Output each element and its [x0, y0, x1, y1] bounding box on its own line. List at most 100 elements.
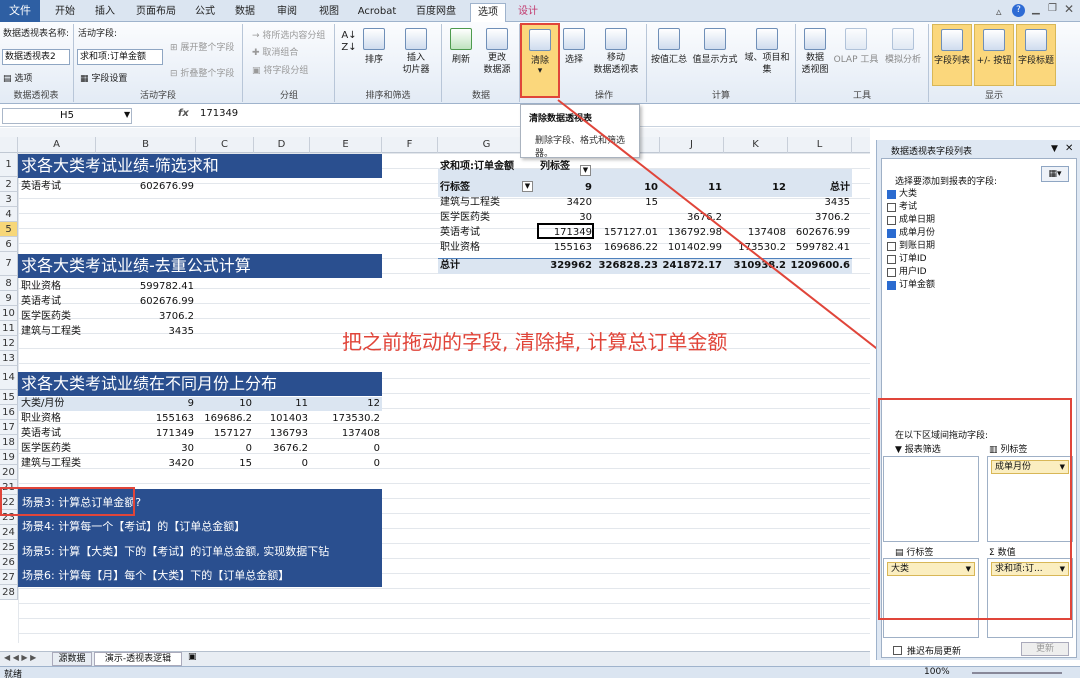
table-cell[interactable]: 0	[254, 457, 308, 471]
row-header[interactable]: 25	[0, 540, 18, 555]
expand-field-button[interactable]: ⊞ 展开整个字段	[170, 40, 234, 53]
row-header[interactable]: 11	[0, 321, 18, 336]
table-cell[interactable]: 0	[310, 442, 380, 456]
group-selection-button[interactable]: → 将所选内容分组	[252, 28, 325, 41]
new-sheet-icon[interactable]: ▣	[188, 652, 197, 662]
formula-input[interactable]: 171349	[200, 108, 238, 119]
field-checkbox[interactable]	[887, 229, 896, 238]
field-checkbox[interactable]	[887, 268, 896, 277]
change-source-button[interactable]: 更改 数据源	[478, 28, 516, 76]
cell[interactable]: 599782.41	[96, 280, 194, 294]
pivot-col-head[interactable]: 9	[536, 181, 592, 195]
ungroup-button[interactable]: ✚ 取消组合	[252, 45, 298, 58]
chevron-down-icon[interactable]: ▼	[124, 110, 130, 119]
pivot-cell[interactable]: 3676.2	[660, 211, 722, 225]
pivot-cell[interactable]: 3435	[788, 196, 850, 210]
cell[interactable]: 建筑与工程类	[21, 325, 81, 339]
row-header[interactable]: 8	[0, 276, 18, 291]
close-icon[interactable]: ✕	[1064, 2, 1074, 16]
table-cell[interactable]: 0	[196, 442, 252, 456]
tab-design[interactable]: 设计	[510, 3, 546, 22]
pivot-cell[interactable]: 英语考试	[440, 226, 480, 240]
tab-insert[interactable]: 插入	[88, 3, 122, 22]
pivot-total-cell[interactable]: 310938.2	[724, 259, 786, 273]
cell[interactable]: 3435	[96, 325, 194, 339]
field-item[interactable]: 订单金额	[887, 279, 935, 292]
row-header[interactable]: 15	[0, 390, 18, 405]
pivot-cell[interactable]: 职业资格	[440, 241, 480, 255]
field-checkbox[interactable]	[887, 242, 896, 251]
filter-dropdown-icon[interactable]: ▼	[580, 165, 591, 176]
tab-baidu[interactable]: 百度网盘	[410, 3, 462, 22]
filter-dropdown-icon[interactable]: ▼	[522, 181, 533, 192]
pivot-col-head[interactable]: 总计	[788, 181, 850, 195]
row-header[interactable]: 28	[0, 585, 18, 600]
field-checkbox[interactable]	[887, 190, 896, 199]
row-header[interactable]: 26	[0, 555, 18, 570]
table-cell[interactable]: 医学医药类	[21, 442, 71, 456]
fields-items-button[interactable]: 域、项目和 集	[742, 28, 792, 76]
table-cell[interactable]: 173530.2	[310, 412, 380, 426]
col-header[interactable]: K	[724, 137, 788, 153]
selected-cell[interactable]	[537, 223, 594, 239]
table-cell[interactable]: 30	[96, 442, 194, 456]
pivot-col-head[interactable]: 11	[660, 181, 722, 195]
pivot-total-cell[interactable]: 241872.17	[660, 259, 722, 273]
table-cell[interactable]: 3420	[96, 457, 194, 471]
pivot-cell[interactable]: 169686.22	[594, 241, 658, 255]
table-cell[interactable]: 157127	[196, 427, 252, 441]
field-list-button[interactable]: 字段列表	[932, 24, 972, 86]
refresh-button[interactable]: 刷新	[448, 28, 474, 65]
table-header[interactable]: 9	[96, 397, 194, 411]
row-header[interactable]: 2	[0, 177, 18, 192]
col-header[interactable]: J	[660, 137, 724, 153]
table-cell[interactable]: 136793	[254, 427, 308, 441]
pivot-col-label[interactable]: 列标签	[540, 160, 570, 174]
defer-checkbox[interactable]	[893, 646, 902, 655]
tab-file[interactable]: 文件	[0, 0, 40, 22]
row-header[interactable]: 7	[0, 252, 18, 276]
field-headers-button[interactable]: 字段标题	[1016, 24, 1056, 86]
show-values-as-button[interactable]: 值显示方式	[692, 28, 738, 65]
name-box[interactable]: H5	[2, 108, 132, 124]
pivot-cell[interactable]: 157127.01	[594, 226, 658, 240]
col-header[interactable]: F	[382, 137, 438, 153]
row-header[interactable]: 19	[0, 450, 18, 465]
pivot-name-input[interactable]: 数据透视表2	[2, 49, 70, 65]
table-cell[interactable]: 15	[196, 457, 252, 471]
field-item[interactable]: 大类	[887, 188, 917, 201]
whatif-button[interactable]: 模拟分析	[880, 28, 926, 65]
update-button[interactable]: 更新	[1021, 642, 1069, 656]
field-checkbox[interactable]	[887, 203, 896, 212]
table-cell[interactable]: 3676.2	[254, 442, 308, 456]
tab-home[interactable]: 开始	[48, 3, 82, 22]
tab-page-layout[interactable]: 页面布局	[128, 3, 184, 22]
olap-button[interactable]: OLAP 工具	[832, 28, 880, 65]
help-icon[interactable]: ?	[1012, 4, 1025, 17]
tab-review[interactable]: 审阅	[270, 3, 304, 22]
table-cell[interactable]: 137408	[310, 427, 380, 441]
table-cell[interactable]: 169686.2	[196, 412, 252, 426]
table-cell[interactable]: 英语考试	[21, 427, 61, 441]
row-header[interactable]: 6	[0, 237, 18, 252]
tab-options[interactable]: 选项	[470, 3, 506, 22]
col-header[interactable]: B	[96, 137, 196, 153]
table-header[interactable]: 10	[196, 397, 252, 411]
row-header[interactable]: 18	[0, 435, 18, 450]
row-header[interactable]: 4	[0, 207, 18, 222]
tab-formulas[interactable]: 公式	[190, 3, 220, 22]
field-checkbox[interactable]	[887, 281, 896, 290]
field-checkbox[interactable]	[887, 216, 896, 225]
pivot-cell[interactable]: 155163	[536, 241, 592, 255]
row-header[interactable]: 14	[0, 366, 18, 390]
row-header[interactable]: 27	[0, 570, 18, 585]
cell[interactable]: 3706.2	[96, 310, 194, 324]
row-header[interactable]: 1	[0, 153, 18, 177]
restore-icon[interactable]: ❐	[1048, 3, 1057, 14]
col-header[interactable]: C	[196, 137, 254, 153]
pivot-chart-button[interactable]: 数据 透视图	[798, 28, 832, 76]
row-header[interactable]: 13	[0, 351, 18, 366]
row-header[interactable]: 12	[0, 336, 18, 351]
cell[interactable]: 职业资格	[21, 280, 61, 294]
collapse-field-button[interactable]: ⊟ 折叠整个字段	[170, 66, 234, 79]
